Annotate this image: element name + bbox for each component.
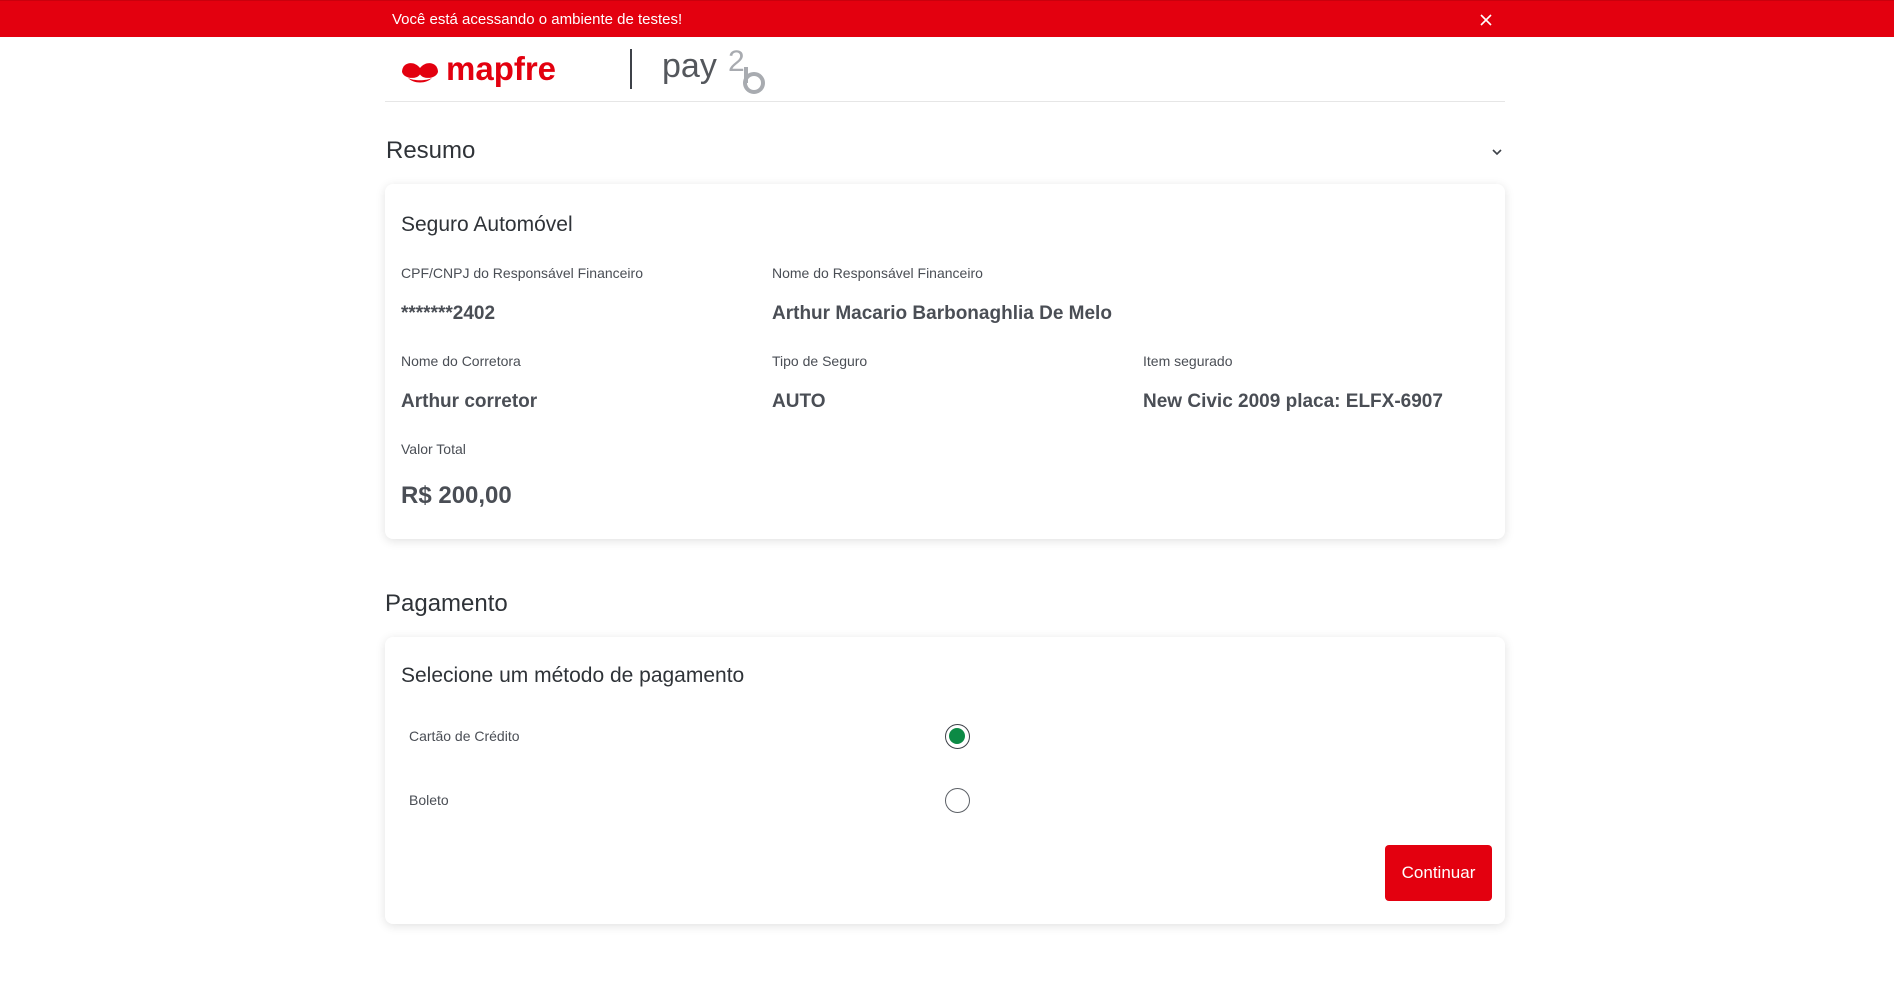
close-icon[interactable] [1476, 10, 1496, 30]
chevron-down-icon[interactable] [1490, 145, 1504, 159]
payment-title: Pagamento [385, 590, 508, 617]
radio-boleto[interactable] [945, 788, 970, 813]
header: mapfre pay 2 [385, 37, 1505, 102]
svg-text:2: 2 [728, 45, 745, 78]
option-boleto-label: Boleto [409, 792, 449, 808]
total-label: Valor Total [401, 441, 466, 457]
broker-label: Nome do Corretora [401, 353, 521, 369]
insurance-type-label: Tipo de Seguro [772, 353, 868, 369]
cpf-label: CPF/CNPJ do Responsável Financeiro [401, 265, 643, 281]
summary-title: Resumo [386, 137, 476, 164]
insured-item-value: New Civic 2009 placa: ELFX-6907 [1143, 391, 1443, 412]
broker-value: Arthur corretor [401, 391, 538, 412]
pay2b-logo: pay 2 [662, 45, 765, 94]
payment-method-title: Selecione um método de pagamento [401, 664, 745, 687]
insured-item-label: Item segurado [1143, 353, 1233, 369]
radio-credit-card[interactable] [945, 724, 970, 749]
svg-text:pay: pay [662, 47, 717, 85]
svg-text:mapfre: mapfre [446, 50, 556, 87]
mapfre-logo: mapfre [402, 50, 556, 87]
responsible-name-value: Arthur Macario Barbonaghlia De Melo [772, 303, 1112, 324]
insurance-title: Seguro Automóvel [401, 213, 573, 236]
logo-divider [630, 49, 632, 89]
responsible-name-label: Nome do Responsável Financeiro [772, 265, 983, 281]
banner-text: Você está acessando o ambiente de testes… [392, 11, 683, 28]
insurance-type-value: AUTO [772, 391, 826, 412]
continue-button[interactable]: Continuar [1385, 845, 1492, 901]
test-environment-banner: Você está acessando o ambiente de testes… [0, 0, 1894, 37]
option-credit-card-label: Cartão de Crédito [409, 728, 520, 744]
total-value: R$ 200,00 [401, 482, 512, 509]
summary-card: Seguro Automóvel CPF/CNPJ do Responsável… [385, 184, 1505, 539]
cpf-value: *******2402 [401, 303, 496, 324]
payment-card: Selecione um método de pagamento Cartão … [385, 637, 1505, 924]
